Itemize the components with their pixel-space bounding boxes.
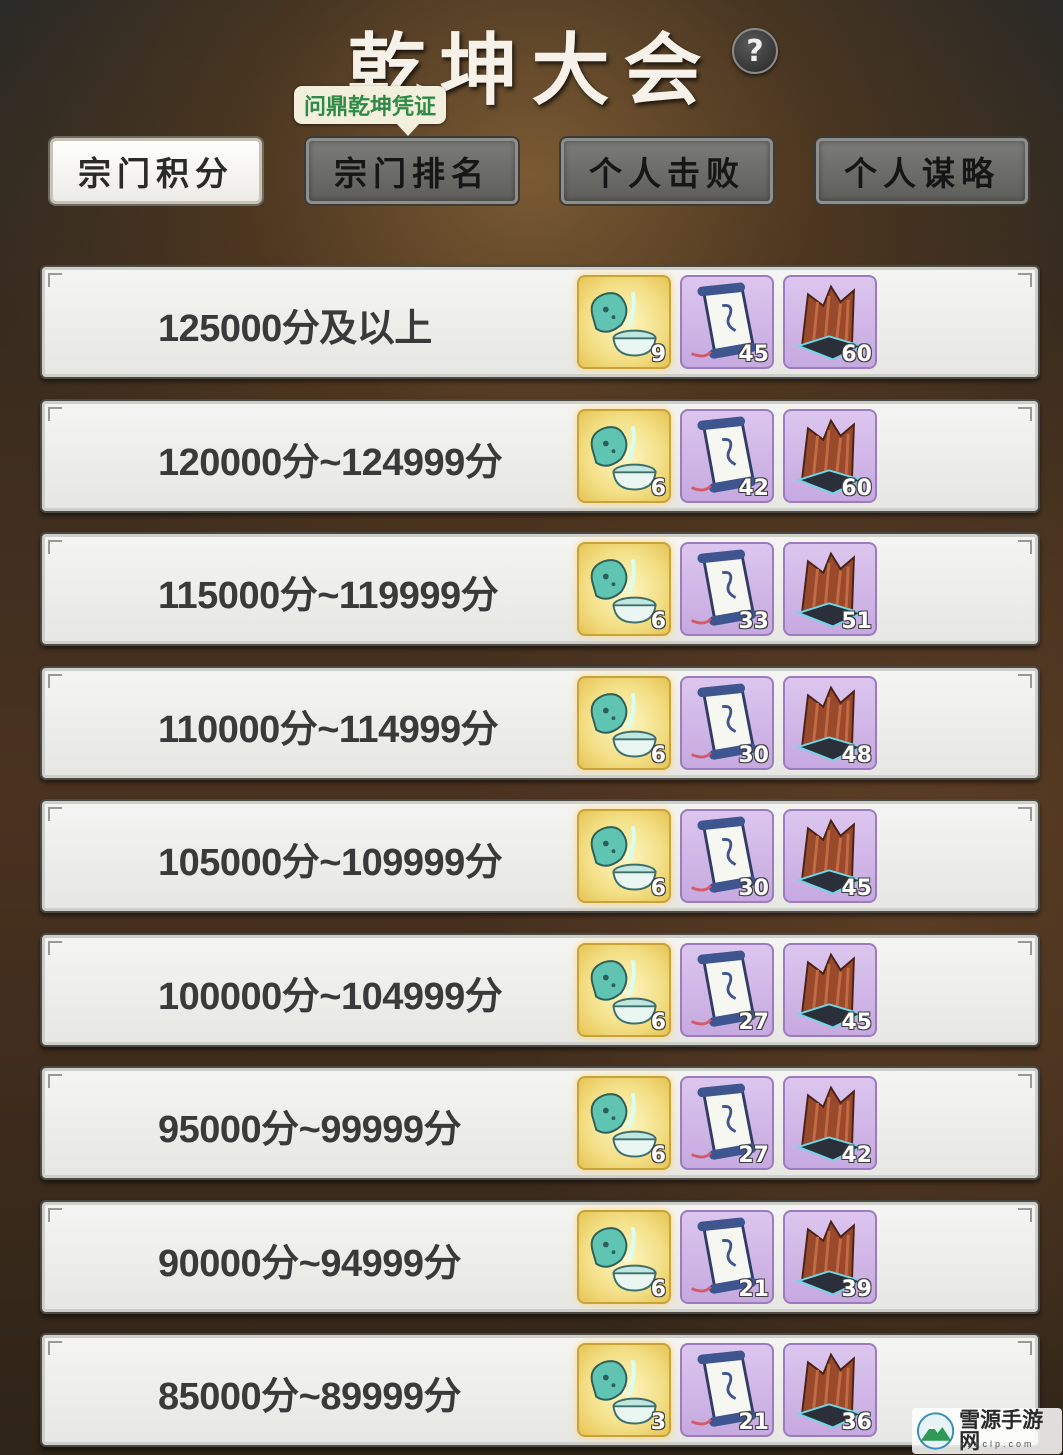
reward-row: 110000分~114999分 6 30 48: [40, 665, 1040, 780]
reward-item-potion[interactable]: 9: [577, 275, 671, 369]
reward-row: 115000分~119999分 6 33 51: [40, 532, 1040, 646]
score-range: 95000分~99999分: [158, 1109, 462, 1151]
score-range: 110000分~114999分: [158, 708, 499, 751]
reward-item-scroll[interactable]: 27: [680, 942, 774, 1037]
reward-item-wood[interactable]: 51: [783, 542, 877, 636]
item-quantity: 45: [738, 342, 769, 367]
reward-item-wood[interactable]: 60: [783, 408, 877, 503]
tab-personal-defeats[interactable]: 个人击败: [561, 138, 773, 204]
reward-item-potion[interactable]: 6: [577, 942, 671, 1037]
reward-item-scroll[interactable]: 42: [680, 408, 774, 503]
reward-item-scroll[interactable]: 30: [680, 675, 774, 770]
reward-item-potion[interactable]: 6: [577, 1076, 671, 1170]
item-quantity: 6: [650, 742, 666, 768]
item-quantity: 42: [738, 475, 769, 501]
reward-item-potion[interactable]: 6: [577, 1209, 671, 1304]
help-button[interactable]: ?: [732, 28, 778, 74]
tab-sect-points[interactable]: 宗门积分: [50, 138, 262, 204]
item-quantity: 42: [841, 1143, 872, 1168]
watermark-sub: xyzclp.com: [960, 1439, 1035, 1449]
reward-item-wood[interactable]: 60: [783, 275, 877, 369]
item-quantity: 6: [650, 1009, 666, 1035]
reward-item-wood[interactable]: 45: [783, 942, 877, 1037]
page-title: 乾坤大会: [347, 25, 716, 116]
reward-item-scroll[interactable]: 45: [680, 275, 774, 369]
reward-item-wood[interactable]: 48: [783, 675, 877, 770]
reward-item-wood[interactable]: 39: [783, 1209, 877, 1304]
reward-row: 125000分及以上 9 45 60: [40, 265, 1040, 379]
reward-row: 105000分~109999分 6 30 45: [40, 799, 1040, 913]
item-quantity: 39: [841, 1276, 872, 1302]
score-range: 90000分~94999分: [158, 1242, 462, 1285]
reward-item-wood[interactable]: 36: [783, 1343, 877, 1437]
reward-row: 100000分~104999分 6 27 45: [40, 932, 1040, 1047]
score-range: 85000分~89999分: [158, 1376, 462, 1418]
item-quantity: 21: [738, 1410, 769, 1435]
item-quantity: 3: [650, 1410, 666, 1435]
reward-item-scroll[interactable]: 21: [680, 1209, 774, 1304]
score-range: 105000分~109999分: [158, 842, 503, 884]
watermark-logo: 雪源手游网 xyzclp.com: [912, 1408, 1062, 1454]
reward-row: 120000分~124999分 6 42 60: [40, 398, 1040, 513]
item-quantity: 6: [650, 876, 666, 901]
tab-tooltip: 问鼎乾坤凭证: [294, 86, 447, 136]
reward-item-potion[interactable]: 6: [577, 542, 671, 636]
reward-item-scroll[interactable]: 33: [680, 542, 774, 636]
reward-row: 85000分~89999分 3 21 36: [40, 1333, 1040, 1447]
reward-item-potion[interactable]: 6: [577, 408, 671, 503]
item-quantity: 6: [650, 609, 666, 634]
tab-sect-ranking[interactable]: 宗门排名: [306, 138, 518, 204]
reward-item-scroll[interactable]: 21: [680, 1343, 774, 1437]
reward-row: 95000分~99999分 6 27 42: [40, 1066, 1040, 1180]
item-quantity: 60: [841, 342, 872, 367]
item-quantity: 30: [738, 742, 769, 768]
item-quantity: 51: [841, 609, 872, 634]
item-quantity: 48: [841, 742, 872, 768]
reward-item-wood[interactable]: 45: [783, 809, 877, 903]
item-quantity: 27: [738, 1143, 769, 1168]
question-icon: ?: [746, 33, 764, 69]
item-quantity: 33: [738, 609, 769, 634]
item-quantity: 45: [841, 1009, 872, 1035]
item-quantity: 21: [738, 1276, 769, 1302]
score-range: 115000分~119999分: [158, 575, 499, 617]
reward-row: 90000分~94999分 6 21 39: [40, 1199, 1040, 1314]
mountain-logo-icon: [916, 1412, 955, 1450]
reward-item-wood[interactable]: 42: [783, 1076, 877, 1170]
reward-item-scroll[interactable]: 30: [680, 809, 774, 903]
reward-item-potion[interactable]: 6: [577, 675, 671, 770]
item-quantity: 30: [738, 876, 769, 901]
item-quantity: 6: [650, 475, 666, 501]
item-quantity: 6: [650, 1276, 666, 1302]
reward-item-scroll[interactable]: 27: [680, 1076, 774, 1170]
score-range: 120000分~124999分: [158, 441, 503, 484]
reward-item-potion[interactable]: 3: [577, 1343, 671, 1437]
item-quantity: 36: [841, 1410, 872, 1435]
score-range: 125000分及以上: [158, 308, 432, 350]
score-range: 100000分~104999分: [158, 975, 503, 1018]
item-quantity: 9: [650, 342, 666, 367]
item-quantity: 60: [841, 475, 872, 501]
item-quantity: 6: [650, 1143, 666, 1168]
item-quantity: 45: [841, 876, 872, 901]
tab-personal-strategy[interactable]: 个人谋略: [816, 138, 1028, 204]
item-quantity: 27: [738, 1009, 769, 1035]
reward-item-potion[interactable]: 6: [577, 809, 671, 903]
